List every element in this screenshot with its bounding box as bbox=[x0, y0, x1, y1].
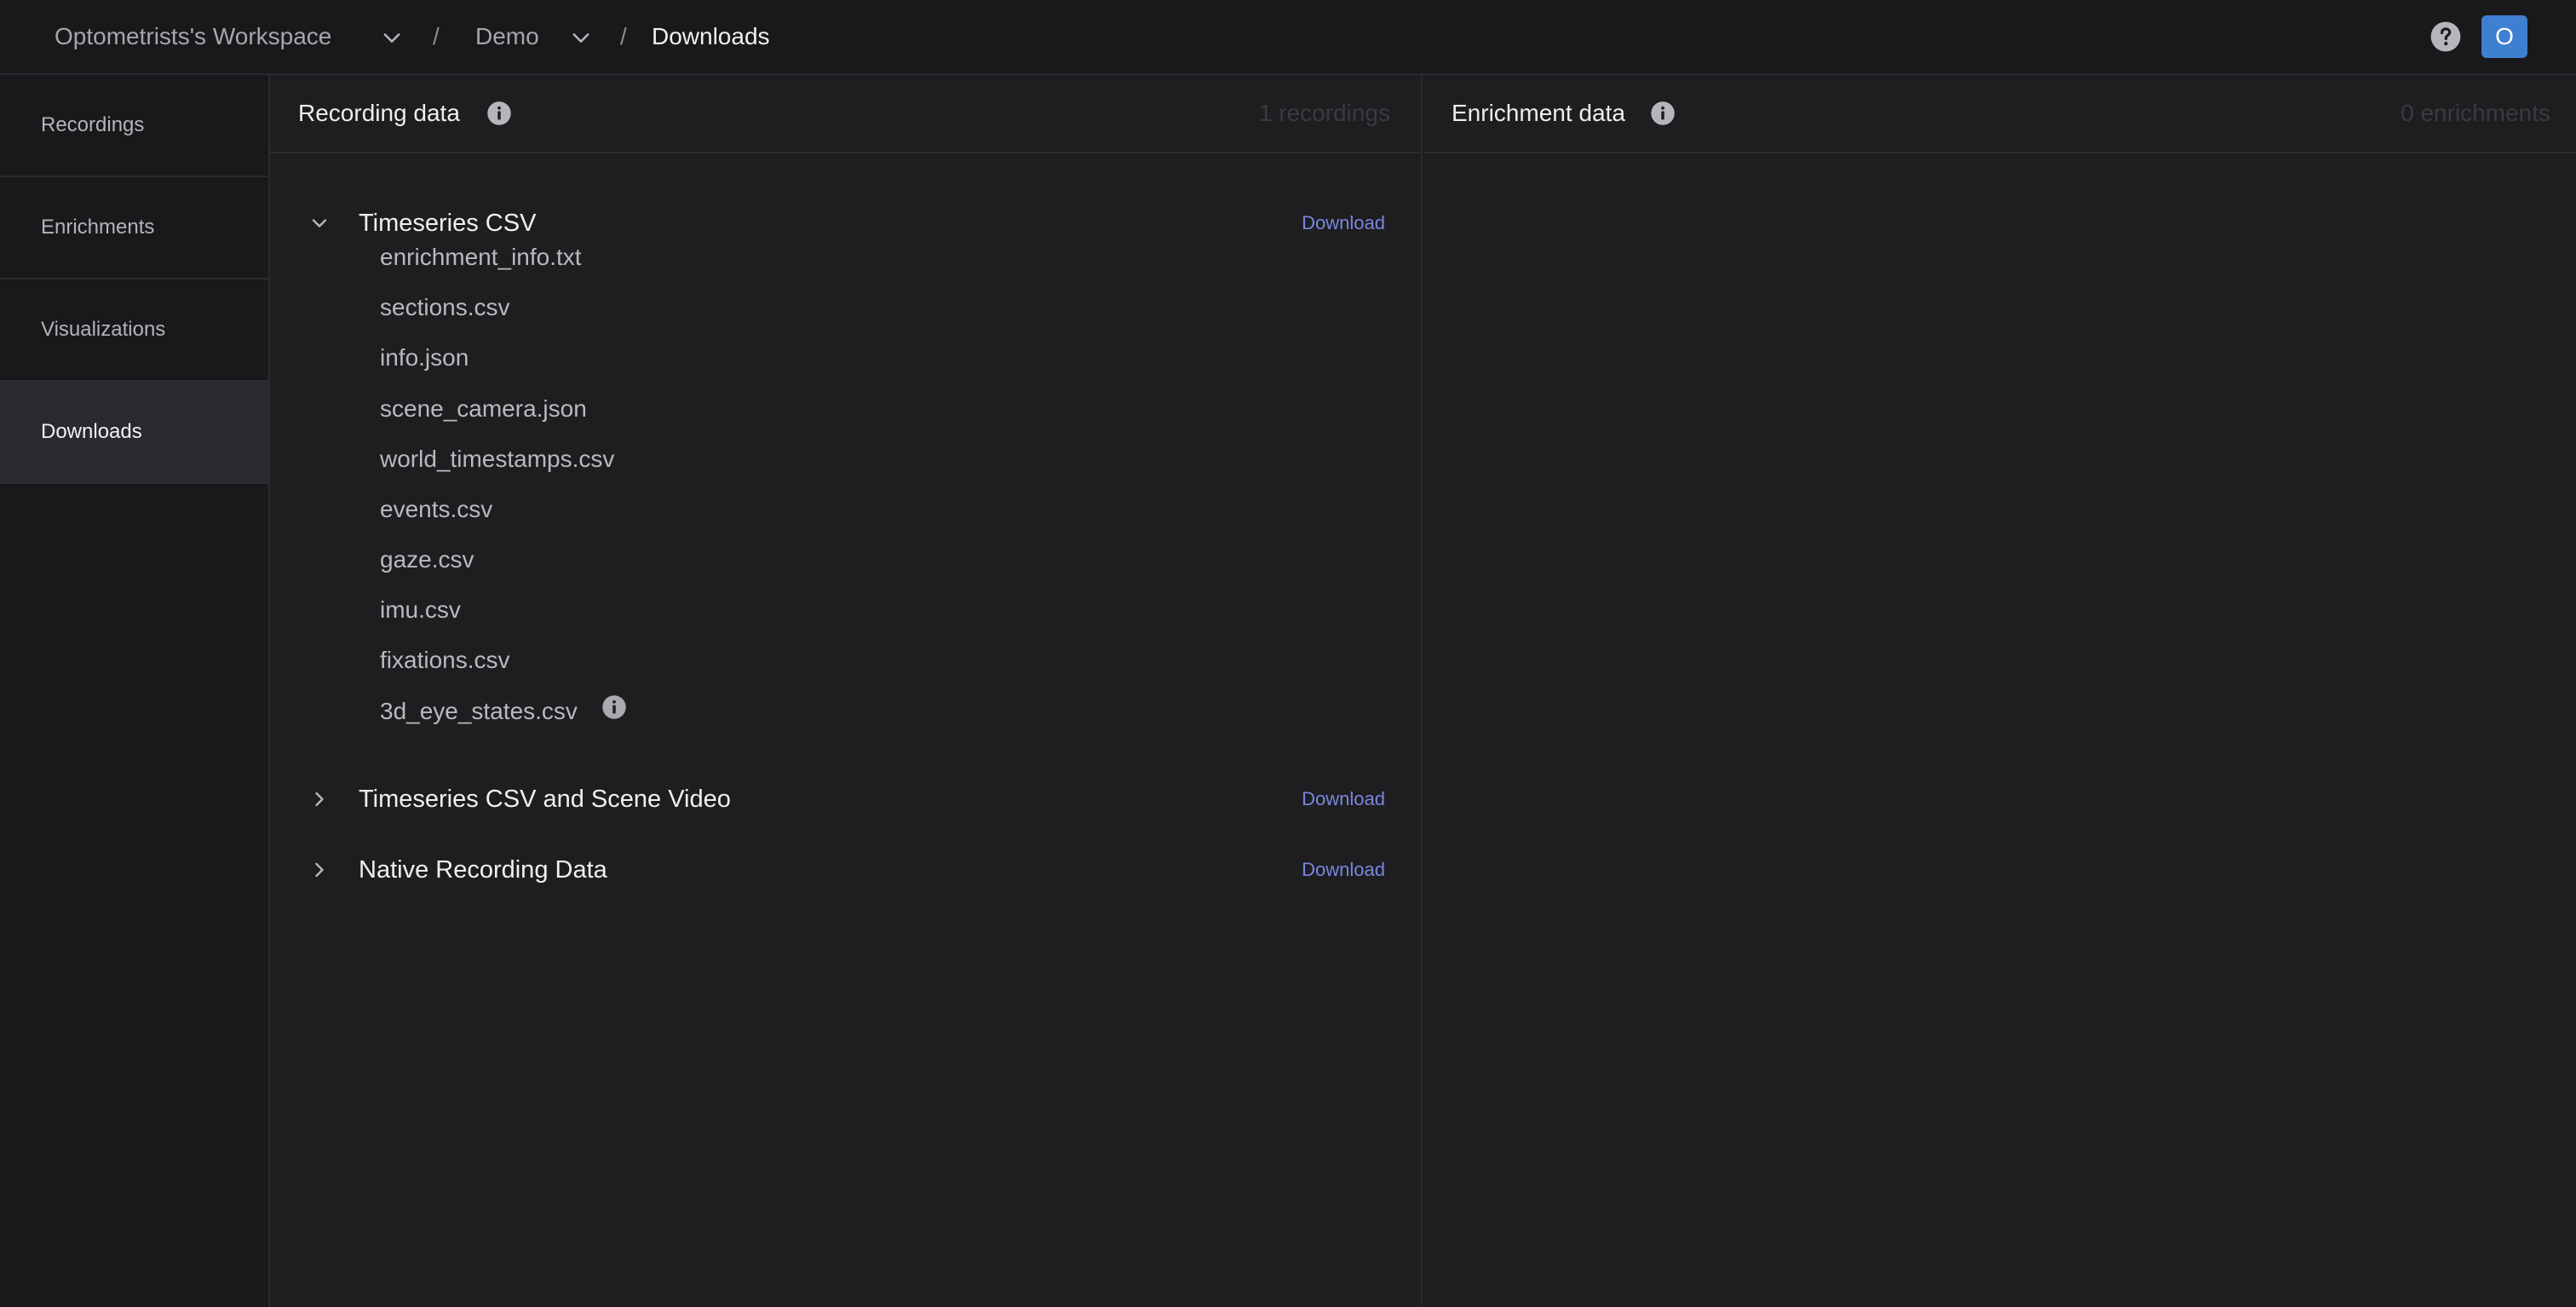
info-icon[interactable] bbox=[1650, 101, 1676, 126]
enrichments-count: 0 enrichments bbox=[2401, 100, 2550, 126]
section-title[interactable]: Timeseries CSV and Scene Video bbox=[359, 774, 731, 825]
chevron-down-icon[interactable] bbox=[569, 26, 593, 49]
file-item: enrichment_info.txt bbox=[380, 244, 582, 270]
breadcrumb-current-page: Downloads bbox=[652, 23, 770, 49]
help-icon[interactable] bbox=[2429, 20, 2462, 53]
download-button[interactable]: Download bbox=[1302, 774, 1385, 825]
recording-panel-title: Recording data bbox=[298, 100, 460, 126]
download-button[interactable]: Download bbox=[1302, 198, 1385, 249]
file-item: world_timestamps.csv bbox=[380, 446, 615, 472]
enrichment-panel-title: Enrichment data bbox=[1452, 100, 1625, 126]
recordings-count: 1 recordings bbox=[1258, 100, 1390, 126]
section-title[interactable]: Native Recording Data bbox=[359, 844, 607, 895]
file-item: fixations.csv bbox=[380, 647, 510, 673]
file-item: scene_camera.json bbox=[380, 395, 587, 422]
breadcrumb-separator: / bbox=[433, 23, 440, 49]
file-item: 3d_eye_states.csv bbox=[380, 698, 578, 724]
download-button[interactable]: Download bbox=[1302, 844, 1385, 895]
file-item: gaze.csv bbox=[380, 546, 474, 573]
chevron-down-icon[interactable] bbox=[380, 26, 404, 49]
file-item: imu.csv bbox=[380, 596, 461, 623]
avatar[interactable]: O bbox=[2481, 15, 2527, 58]
sidebar-item-downloads[interactable]: Downloads bbox=[0, 382, 268, 484]
chevron-right-icon[interactable] bbox=[308, 787, 331, 811]
info-icon[interactable] bbox=[486, 101, 512, 126]
sidebar-item-enrichments[interactable]: Enrichments bbox=[0, 177, 268, 279]
file-item: events.csv bbox=[380, 496, 493, 522]
breadcrumb-workspace[interactable]: Optometrists's Workspace bbox=[55, 0, 331, 73]
top-bar: Optometrists's Workspace / Demo / Downlo… bbox=[0, 0, 2576, 75]
section-timeseries-csv-scene-video: Timeseries CSV and Scene Video Download bbox=[270, 774, 1423, 825]
chevron-right-icon[interactable] bbox=[308, 858, 331, 882]
file-item: info.json bbox=[380, 344, 469, 371]
file-item: sections.csv bbox=[380, 294, 510, 320]
chevron-down-icon[interactable] bbox=[308, 211, 331, 235]
enrichment-panel-header: Enrichment data 0 enrichments bbox=[1423, 75, 2576, 153]
enrichment-data-panel: Enrichment data 0 enrichments bbox=[1423, 75, 2576, 1307]
recording-panel-header: Recording data 1 recordings bbox=[270, 75, 1421, 153]
sidebar-item-recordings[interactable]: Recordings bbox=[0, 75, 268, 177]
recording-data-panel: Recording data 1 recordings Timeseries C… bbox=[270, 75, 1423, 1307]
breadcrumb-separator: / bbox=[620, 23, 627, 49]
breadcrumb-project[interactable]: Demo bbox=[475, 0, 539, 73]
sidebar: Recordings Enrichments Visualizations Do… bbox=[0, 75, 270, 1307]
info-icon[interactable] bbox=[601, 694, 627, 720]
section-native-recording-data: Native Recording Data Download bbox=[270, 844, 1423, 895]
sidebar-item-visualizations[interactable]: Visualizations bbox=[0, 279, 268, 382]
